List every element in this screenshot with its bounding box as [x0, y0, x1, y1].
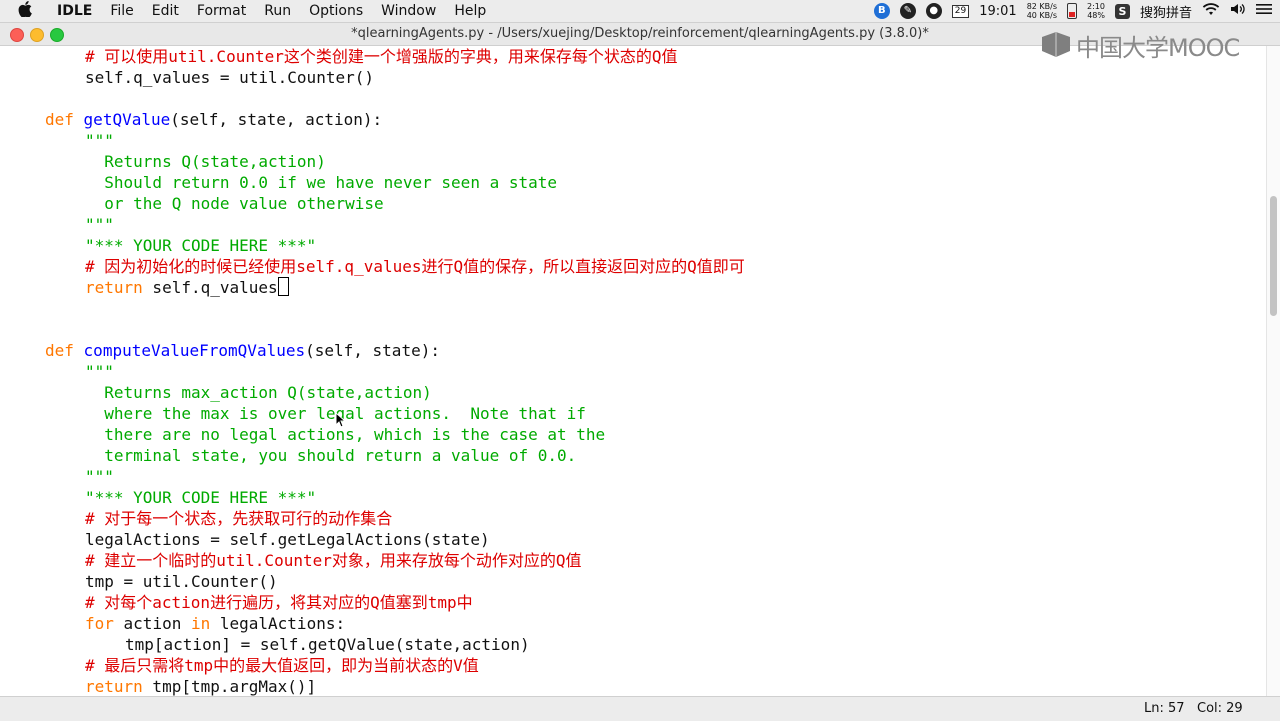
keyword: return [85, 677, 143, 696]
code-line: Should return 0.0 if we have never seen … [85, 173, 558, 192]
code-line: """ [85, 362, 114, 381]
function-name: computeValueFromQValues [83, 341, 306, 360]
menu-bar: IDLE File Edit Format Run Options Window… [0, 0, 1280, 23]
battery-time: 2:10 [1087, 2, 1105, 11]
code-line: "*** YOUR CODE HERE ***" [85, 488, 317, 507]
apple-icon[interactable] [18, 1, 40, 21]
calendar-date-badge[interactable]: 29 [951, 4, 970, 18]
mooc-logo-icon [1040, 31, 1072, 59]
net-down: 40 KB/s [1026, 11, 1058, 20]
editor-status-bar: Ln: 57 Col: 29 [0, 696, 1280, 721]
mouse-cursor-icon [335, 411, 347, 428]
watermark-text: 中国大学MOOC [1076, 33, 1240, 62]
wifi-icon[interactable] [1202, 2, 1220, 20]
input-method-icon[interactable]: S [1114, 3, 1130, 19]
menu-format[interactable]: Format [188, 3, 255, 19]
battery-readout: 2:10 48% [1087, 2, 1105, 20]
tool-icon[interactable]: ✎ [899, 3, 916, 19]
menu-options[interactable]: Options [300, 3, 372, 19]
line-number-indicator: Ln: 57 [1144, 701, 1185, 716]
code-text: legalActions: [210, 614, 346, 633]
menu-help[interactable]: Help [445, 3, 495, 19]
app-menu: IDLE File Edit Format Run Options Window… [48, 3, 495, 19]
battery-icon[interactable] [1067, 3, 1078, 19]
net-up: 82 KB/s [1026, 2, 1058, 11]
code-line: # 对每个action进行遍历，将其对应的Q值塞到tmp中 [85, 593, 473, 612]
code-text: (self, state, action): [170, 110, 383, 129]
code-line: Returns Q(state,action) [85, 152, 326, 171]
input-method-label[interactable]: 搜狗拼音 [1140, 2, 1192, 21]
code-line: # 对于每一个状态，先获取可行的动作集合 [85, 509, 393, 528]
clock[interactable]: 19:01 [979, 4, 1016, 19]
keyword: def [45, 341, 74, 360]
keyword: return [85, 278, 143, 297]
code-line: "*** YOUR CODE HERE ***" [85, 236, 317, 255]
text-cursor [277, 277, 289, 296]
keyword: for [85, 614, 114, 633]
function-name: getQValue [83, 110, 171, 129]
code-line: tmp[action] = self.getQValue(state,actio… [125, 635, 530, 654]
mooc-watermark: 中国大学MOOC [1040, 30, 1240, 62]
code-line: Returns max_action Q(state,action) [85, 383, 432, 402]
scrollbar-thumb[interactable] [1270, 196, 1277, 316]
code-line: """ [85, 467, 114, 486]
bluetooth-icon[interactable]: B [873, 3, 890, 19]
code-text: (self, state): [305, 341, 440, 360]
code-line: return self.q_values [85, 277, 289, 298]
code-line: return tmp[tmp.argMax()] [85, 676, 316, 696]
code-text: tmp[tmp.argMax()] [142, 677, 317, 696]
code-line: """ [85, 131, 114, 150]
control-center-icon[interactable] [1256, 3, 1272, 19]
network-speed: 82 KB/s 40 KB/s [1027, 2, 1057, 20]
volume-icon[interactable] [1230, 2, 1246, 20]
code-line: # 因为初始化的时候已经使用self.q_values进行Q值的保存，所以直接返… [85, 257, 745, 276]
code-line: # 建立一个临时的util.Counter对象，用来存放每个动作对应的Q值 [85, 551, 582, 570]
code-line: """ [85, 215, 114, 234]
code-line: # 可以使用util.Counter这个类创建一个增强版的字典，用来保存每个状态… [85, 47, 678, 66]
code-editor[interactable]: # 可以使用util.Counter这个类创建一个增强版的字典，用来保存每个状态… [0, 46, 1266, 696]
menu-app-name[interactable]: IDLE [48, 3, 101, 19]
keyword: def [45, 110, 74, 129]
code-line: # 最后只需将tmp中的最大值返回，即为当前状态的V值 [85, 656, 479, 675]
battery-percent: 48% [1087, 11, 1105, 20]
app-status-icon[interactable]: ● [925, 3, 942, 19]
code-line: def computeValueFromQValues(self, state)… [45, 340, 440, 361]
keyword: in [190, 614, 211, 633]
menu-edit[interactable]: Edit [143, 3, 188, 19]
menu-window[interactable]: Window [372, 3, 445, 19]
code-line: tmp = util.Counter() [85, 572, 278, 591]
menu-run[interactable]: Run [255, 3, 300, 19]
code-line: legalActions = self.getLegalActions(stat… [85, 530, 490, 549]
code-line: self.q_values = util.Counter() [85, 68, 374, 87]
code-line: for action in legalActions: [85, 613, 345, 634]
column-number-indicator: Col: 29 [1197, 701, 1243, 716]
menu-file[interactable]: File [101, 3, 142, 19]
code-text: action [113, 614, 191, 633]
code-line: terminal state, you should return a valu… [85, 446, 577, 465]
code-line: def getQValue(self, state, action): [45, 109, 382, 130]
code-line: or the Q node value otherwise [85, 194, 384, 213]
vertical-scrollbar[interactable] [1266, 46, 1280, 696]
status-area: B ✎ ● 29 19:01 82 KB/s 40 KB/s 2:10 48% … [873, 0, 1272, 22]
code-line: there are no legal actions, which is the… [85, 425, 606, 444]
code-text: self.q_values [142, 278, 278, 297]
